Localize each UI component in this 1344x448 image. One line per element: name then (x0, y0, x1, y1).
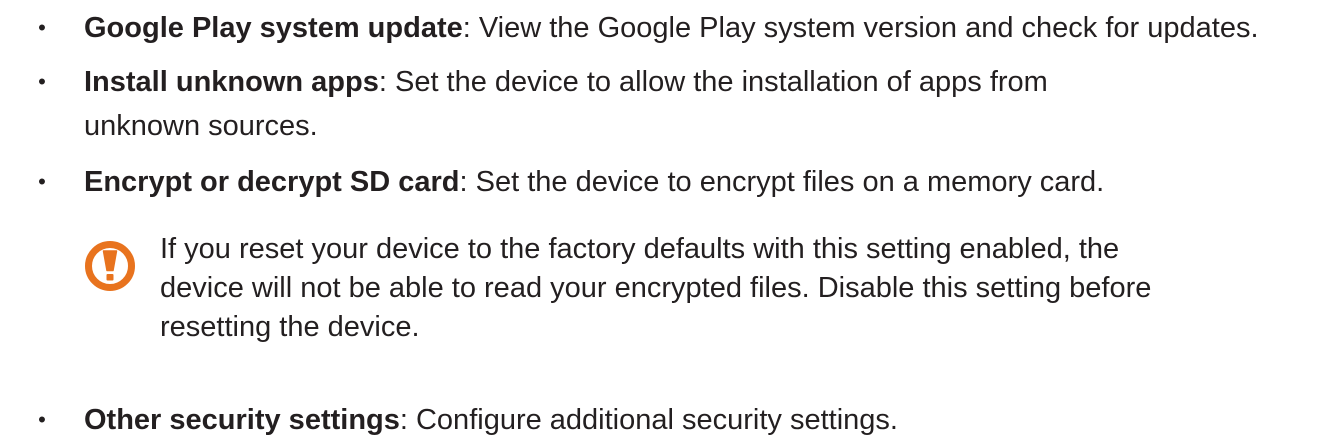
list-item-term: Install unknown apps (84, 66, 379, 98)
list-item-text: Install unknown apps: Set the device to … (84, 60, 1144, 148)
warning-note: If you reset your device to the factory … (84, 230, 1334, 380)
list-item-text: Google Play system update: View the Goog… (84, 6, 1334, 50)
caution-exclamation-icon (85, 241, 135, 291)
list-item-text: Encrypt or decrypt SD card: Set the devi… (84, 160, 1334, 204)
bullet: • (38, 169, 46, 194)
list-item-description: : View the Google Play system version an… (462, 12, 1259, 44)
bullet: • (38, 15, 46, 40)
list-item-term: Google Play system update (84, 12, 463, 44)
bullet: • (38, 69, 46, 94)
list-item-description: : Configure additional security settings… (399, 404, 898, 436)
list-item-term: Encrypt or decrypt SD card (84, 166, 460, 198)
warning-text: If you reset your device to the factory … (160, 233, 1152, 343)
list-item-term: Other security settings (84, 404, 400, 436)
security-settings-document: • Google Play system update: View the Go… (0, 0, 1344, 448)
list-item-description: : Set the device to encrypt files on a m… (459, 166, 1105, 198)
list-item-text: Other security settings: Configure addit… (84, 398, 1334, 442)
bullet: • (38, 407, 46, 432)
